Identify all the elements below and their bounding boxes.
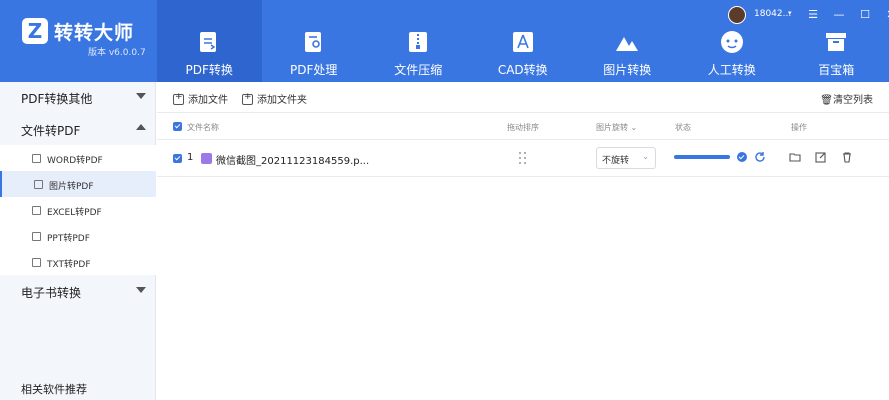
app-version: 版本 v6.0.0.7: [88, 48, 146, 58]
column-header-rotate[interactable]: 图片旋转 ⌄: [596, 122, 637, 133]
sidebar-item-image-to-pdf[interactable]: 图片转PDF: [0, 171, 156, 197]
excel-file-icon: [32, 206, 41, 215]
row-index: 1: [187, 152, 194, 163]
add-file-button[interactable]: 添加文件: [173, 91, 228, 106]
progress-fill: [674, 155, 730, 159]
app-title: 转转大师: [54, 22, 135, 44]
close-icon[interactable]: ✕: [884, 8, 889, 21]
sidebar: PDF转换其他 文件转PDF WORD转PDF 图片转PDF EXCEL转PDF…: [0, 82, 156, 400]
nav-image-convert[interactable]: 图片转换: [575, 0, 680, 82]
user-name: 18042...: [754, 9, 792, 19]
maximize-icon[interactable]: ☐: [858, 8, 872, 21]
chevron-down-icon: ⌄: [642, 152, 649, 161]
image-file-icon: [34, 180, 43, 189]
progress-bar: [674, 155, 730, 159]
sidebar-category-pdf-other[interactable]: PDF转换其他: [0, 82, 156, 112]
nav-file-compress[interactable]: 文件压缩: [366, 0, 471, 82]
rotation-select[interactable]: 不旋转 ⌄: [596, 147, 656, 169]
add-file-icon: [173, 92, 184, 105]
word-file-icon: [32, 154, 41, 163]
chevron-up-icon: [136, 124, 146, 130]
add-folder-label: 添加文件夹: [257, 95, 307, 106]
chevron-down-icon: [136, 287, 146, 293]
nav-label: 百宝箱: [818, 63, 855, 77]
zip-icon: [409, 32, 427, 52]
chevron-down-icon: ▾: [788, 9, 792, 17]
image-convert-icon: [616, 37, 638, 51]
sidebar-category-label: PDF转换其他: [21, 92, 93, 106]
clear-list-button[interactable]: 🗑清空列表: [820, 91, 873, 106]
delete-icon[interactable]: [841, 151, 853, 163]
nav-label: PDF处理: [290, 63, 338, 77]
rotation-select-value: 不旋转: [602, 156, 630, 166]
avatar[interactable]: [728, 6, 746, 24]
chevron-down-icon: [136, 93, 146, 99]
menu-icon[interactable]: ☰: [806, 8, 820, 21]
toolbar: 添加文件 添加文件夹 🗑清空列表: [157, 82, 889, 113]
table-row: 1 微信截图_20211123184559.p... 不旋转 ⌄: [157, 140, 889, 177]
select-all-checkbox[interactable]: [173, 122, 182, 131]
nav-label: 文件压缩: [394, 63, 443, 77]
related-software-link[interactable]: 相关软件推荐: [21, 381, 87, 397]
image-file-icon: [201, 153, 212, 164]
sidebar-item-ppt-to-pdf[interactable]: PPT转PDF: [0, 223, 156, 249]
sidebar-item-label: 图片转PDF: [49, 182, 94, 192]
main-panel: 添加文件 添加文件夹 🗑清空列表 文件名称 拖动排序 图片旋转 ⌄ 状态 操作 …: [157, 82, 889, 400]
sidebar-item-txt-to-pdf[interactable]: TXT转PDF: [0, 249, 156, 275]
sidebar-category-file-to-pdf[interactable]: 文件转PDF: [0, 114, 156, 144]
column-header-status: 状态: [675, 123, 691, 132]
sidebar-item-word-to-pdf[interactable]: WORD转PDF: [0, 145, 156, 171]
column-header-name: 文件名称: [187, 123, 219, 132]
add-file-label: 添加文件: [188, 95, 228, 106]
clear-list-label: 清空列表: [833, 95, 873, 106]
cad-icon: [512, 32, 533, 52]
sidebar-item-label: WORD转PDF: [47, 156, 103, 166]
add-folder-icon: [242, 92, 253, 105]
nav-label: 人工转换: [707, 63, 756, 77]
column-header-drag: 拖动排序: [507, 123, 539, 132]
nav-label: PDF转换: [185, 63, 233, 77]
column-header-rotate-label: 图片旋转: [596, 123, 628, 132]
row-checkbox[interactable]: [173, 154, 182, 163]
edit-icon[interactable]: [815, 151, 827, 163]
nav-cad-convert[interactable]: CAD转换: [471, 0, 576, 82]
header: Z 转转大师 版本 v6.0.0.7 PDF转换 PDF处理 文件压缩 CAD转…: [0, 0, 889, 82]
open-folder-icon[interactable]: [789, 151, 801, 163]
nav-label: 图片转换: [603, 63, 652, 77]
sidebar-item-label: PPT转PDF: [47, 234, 90, 244]
column-header-action: 操作: [791, 123, 807, 132]
trash-icon: 🗑: [820, 95, 833, 106]
drag-handle-icon[interactable]: [519, 152, 527, 164]
app-logo-icon: Z: [22, 18, 48, 44]
toolbox-icon: [826, 33, 846, 51]
table-header: 文件名称 拖动排序 图片旋转 ⌄ 状态 操作: [157, 113, 889, 140]
ppt-file-icon: [32, 232, 41, 241]
sidebar-category-label: 文件转PDF: [21, 124, 81, 138]
pdf-process-icon: [304, 32, 321, 52]
sidebar-category-ebook[interactable]: 电子书转换: [0, 276, 156, 306]
nav-pdf-process[interactable]: PDF处理: [262, 0, 367, 82]
sidebar-item-label: EXCEL转PDF: [47, 208, 102, 218]
window-controls: ☰ — ☐ ✕: [806, 8, 889, 21]
file-name: 微信截图_20211123184559.p...: [216, 156, 370, 167]
manual-service-icon: [720, 31, 743, 53]
pdf-convert-icon: [200, 32, 216, 52]
nav-pdf-convert[interactable]: PDF转换: [157, 0, 262, 82]
sidebar-category-label: 电子书转换: [21, 286, 82, 300]
minimize-icon[interactable]: —: [832, 8, 846, 21]
refresh-icon[interactable]: [754, 151, 766, 163]
check-circle-icon: [737, 152, 747, 162]
chevron-down-icon: ⌄: [630, 123, 638, 132]
app-window: Z 转转大师 版本 v6.0.0.7 PDF转换 PDF处理 文件压缩 CAD转…: [0, 0, 889, 400]
txt-file-icon: [32, 258, 41, 267]
add-folder-button[interactable]: 添加文件夹: [242, 91, 307, 106]
nav-label: CAD转换: [497, 63, 548, 77]
sidebar-item-excel-to-pdf[interactable]: EXCEL转PDF: [0, 197, 156, 223]
sidebar-item-label: TXT转PDF: [47, 260, 91, 270]
